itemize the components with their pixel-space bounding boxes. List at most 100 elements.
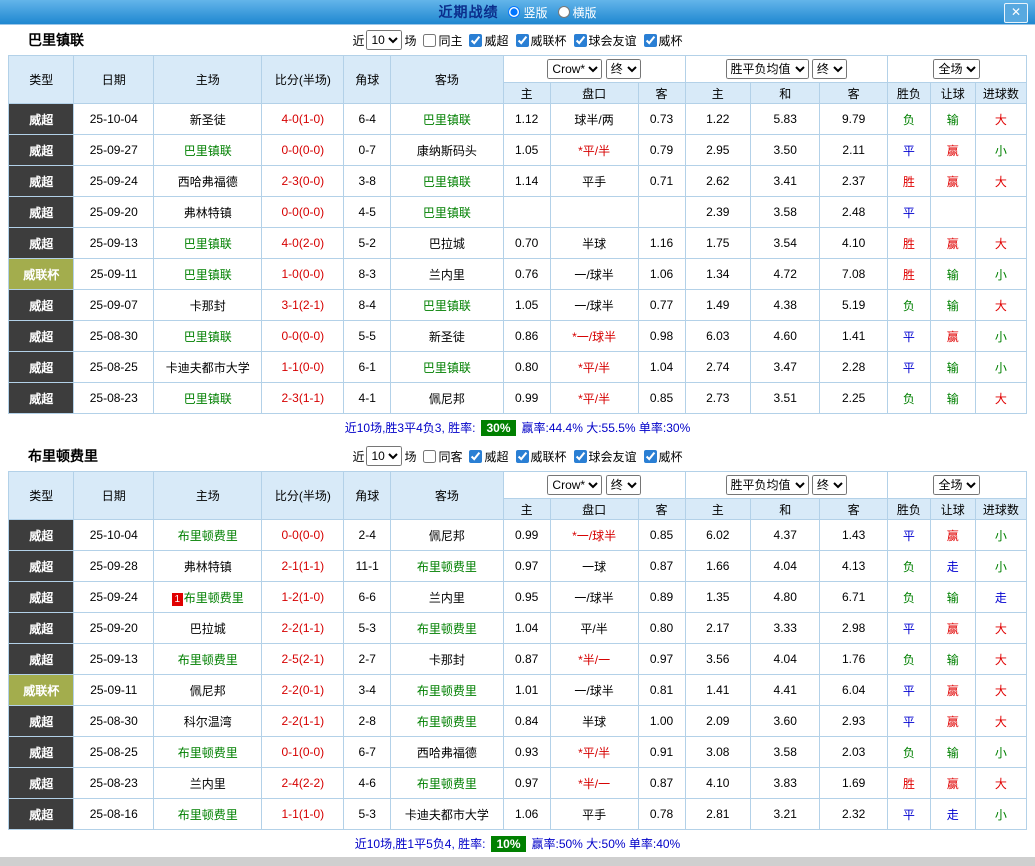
handicap-result-cell: 赢 xyxy=(930,228,975,259)
score-cell: 1-0(0-0) xyxy=(262,259,344,290)
league-filter[interactable]: 威杯 xyxy=(644,448,683,465)
score-cell: 1-1(1-0) xyxy=(262,799,344,830)
handicap-result-cell: 赢 xyxy=(930,520,975,551)
home-team-cell: 布里顿费里 xyxy=(154,799,262,830)
home-team-cell: 巴里镇联 xyxy=(154,321,262,352)
away-team-cell: 西哈弗福德 xyxy=(391,737,503,768)
match-count-select[interactable]: 10 xyxy=(366,446,402,466)
league-filter[interactable]: 球会友谊 xyxy=(574,448,637,465)
avg-win-cell: 2.09 xyxy=(685,706,750,737)
league-checkbox[interactable] xyxy=(516,450,529,463)
away-team-cell: 巴里镇联 xyxy=(391,290,503,321)
odds-home-cell xyxy=(503,197,550,228)
away-team-cell: 布里顿费里 xyxy=(391,613,503,644)
avg-win-cell: 2.73 xyxy=(685,383,750,414)
col-header-avg-win: 主 xyxy=(685,499,750,520)
match-count-select[interactable]: 10 xyxy=(366,30,402,50)
vertical-layout-option[interactable]: 竖版 xyxy=(508,4,547,21)
same-venue-checkbox[interactable] xyxy=(423,450,436,463)
win-rate-badge: 10% xyxy=(491,836,525,852)
goals-result-cell: 小 xyxy=(975,520,1026,551)
home-team-cell: 巴里镇联 xyxy=(154,228,262,259)
odds-away-cell: 1.06 xyxy=(638,259,685,290)
league-checkbox[interactable] xyxy=(469,450,482,463)
league-checkbox[interactable] xyxy=(574,450,587,463)
same-venue-filter[interactable]: 同主 xyxy=(423,32,462,49)
avg-lose-cell: 2.32 xyxy=(820,799,887,830)
avg-lose-cell: 5.19 xyxy=(820,290,887,321)
handicap-result-cell: 赢 xyxy=(930,768,975,799)
corner-cell: 5-3 xyxy=(344,613,391,644)
league-type-cell: 威超 xyxy=(9,197,74,228)
odds-away-cell: 0.97 xyxy=(638,644,685,675)
summary-row: 近10场,胜3平4负3, 胜率: 30% 赢率:44.4% 大:55.5% 单率… xyxy=(8,414,1027,441)
avg-win-cell: 3.56 xyxy=(685,644,750,675)
away-team-cell: 佩尼邦 xyxy=(391,383,503,414)
league-filter[interactable]: 威超 xyxy=(469,32,508,49)
result-cell: 负 xyxy=(887,104,930,135)
league-filter[interactable]: 威联杯 xyxy=(516,448,567,465)
avg-time-select[interactable]: 终 xyxy=(812,475,847,495)
away-team-cell: 佩尼邦 xyxy=(391,520,503,551)
col-header-score: 比分(半场) xyxy=(262,56,344,104)
odds-time-select[interactable]: 终 xyxy=(606,59,641,79)
league-checkbox[interactable] xyxy=(469,34,482,47)
avg-select-group: 胜平负均值 终 xyxy=(685,472,887,499)
result-cell: 负 xyxy=(887,644,930,675)
away-team-cell: 巴里镇联 xyxy=(391,197,503,228)
handicap-result-cell: 走 xyxy=(930,551,975,582)
avg-type-select[interactable]: 胜平负均值 xyxy=(726,475,809,495)
odds-company-select[interactable]: Crow* xyxy=(547,475,602,495)
odds-home-cell: 0.93 xyxy=(503,737,550,768)
date-cell: 25-08-23 xyxy=(74,383,154,414)
avg-time-select[interactable]: 终 xyxy=(812,59,847,79)
league-filter[interactable]: 威超 xyxy=(469,448,508,465)
avg-type-select[interactable]: 胜平负均值 xyxy=(726,59,809,79)
col-header-handicap: 盘口 xyxy=(550,499,638,520)
avg-win-cell: 2.95 xyxy=(685,135,750,166)
odds-away-cell: 0.71 xyxy=(638,166,685,197)
score-cell: 2-1(1-1) xyxy=(262,551,344,582)
league-checkbox[interactable] xyxy=(516,34,529,47)
league-filter[interactable]: 威联杯 xyxy=(516,32,567,49)
date-cell: 25-09-24 xyxy=(74,582,154,613)
corner-cell: 11-1 xyxy=(344,551,391,582)
result-cell: 平 xyxy=(887,321,930,352)
col-header-date: 日期 xyxy=(74,56,154,104)
same-venue-checkbox[interactable] xyxy=(423,34,436,47)
avg-lose-cell: 2.11 xyxy=(820,135,887,166)
corner-cell: 2-4 xyxy=(344,520,391,551)
league-filter[interactable]: 球会友谊 xyxy=(574,32,637,49)
avg-lose-cell: 2.93 xyxy=(820,706,887,737)
handicap-cell: *平/半 xyxy=(550,352,638,383)
odds-time-select[interactable]: 终 xyxy=(606,475,641,495)
result-cell: 平 xyxy=(887,706,930,737)
same-venue-filter[interactable]: 同客 xyxy=(423,448,462,465)
away-team-cell: 卡那封 xyxy=(391,644,503,675)
league-filter[interactable]: 威杯 xyxy=(644,32,683,49)
horizontal-layout-option[interactable]: 横版 xyxy=(558,4,597,21)
corner-cell: 6-6 xyxy=(344,582,391,613)
handicap-cell xyxy=(550,197,638,228)
league-type-cell: 威超 xyxy=(9,706,74,737)
league-checkbox[interactable] xyxy=(644,450,657,463)
col-header-odds-home: 主 xyxy=(503,499,550,520)
odds-home-cell: 0.97 xyxy=(503,768,550,799)
avg-draw-cell: 3.51 xyxy=(750,383,819,414)
match-row: 威联杯25-09-11巴里镇联1-0(0-0)8-3兰内里0.76一/球半1.0… xyxy=(9,259,1027,290)
odds-company-select[interactable]: Crow* xyxy=(547,59,602,79)
vertical-layout-radio[interactable] xyxy=(508,6,520,18)
close-icon[interactable]: ✕ xyxy=(1004,3,1028,23)
team-header-row: 布里顿费里 近 10 场 同客 威超 威联杯 球会友谊 威杯 xyxy=(8,441,1027,471)
avg-lose-cell: 4.13 xyxy=(820,551,887,582)
scope-select[interactable]: 全场 xyxy=(933,475,980,495)
col-header-corner: 角球 xyxy=(344,472,391,520)
corner-cell: 6-1 xyxy=(344,352,391,383)
league-checkbox[interactable] xyxy=(574,34,587,47)
horizontal-layout-radio[interactable] xyxy=(558,6,570,18)
col-header-result: 胜负 xyxy=(887,83,930,104)
col-header-away: 客场 xyxy=(391,472,503,520)
league-checkbox[interactable] xyxy=(644,34,657,47)
team-section-away: 布里顿费里 近 10 场 同客 威超 威联杯 球会友谊 威杯 类型 日 xyxy=(0,441,1035,857)
scope-select[interactable]: 全场 xyxy=(933,59,980,79)
